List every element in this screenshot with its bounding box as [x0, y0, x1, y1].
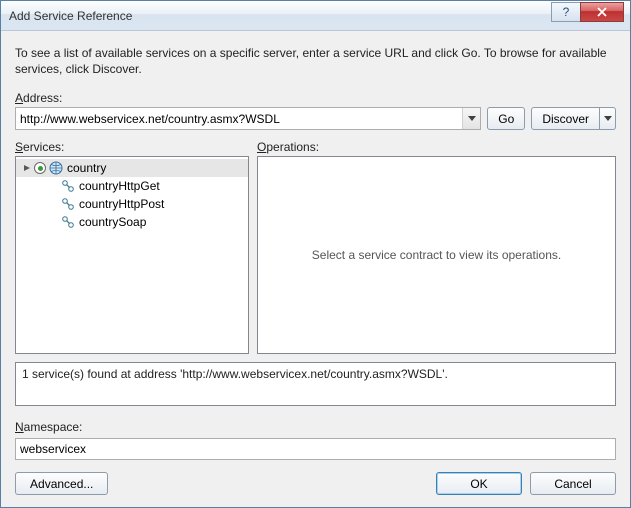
operations-label: Operations:: [257, 140, 616, 154]
namespace-input[interactable]: [15, 438, 616, 460]
go-button[interactable]: Go: [487, 107, 525, 130]
address-label: Address:: [15, 91, 616, 105]
titlebar: Add Service Reference ?: [1, 1, 630, 31]
instruction-text: To see a list of available services on a…: [15, 45, 616, 77]
address-dropdown-button[interactable]: [462, 108, 480, 129]
status-text: 1 service(s) found at address 'http://ww…: [22, 367, 448, 381]
chevron-down-icon: [604, 116, 612, 121]
tree-node-label: countrySoap: [79, 215, 146, 229]
dialog-body: To see a list of available services on a…: [1, 31, 630, 507]
close-button[interactable]: [580, 2, 624, 22]
tree-node-label: country: [67, 161, 106, 175]
tree-node-label: countryHttpGet: [79, 179, 160, 193]
discover-dropdown-button[interactable]: [600, 107, 616, 130]
tree-node-child[interactable]: countryHttpPost: [16, 195, 248, 213]
help-icon: ?: [561, 6, 571, 18]
services-label: Services:: [15, 140, 249, 154]
advanced-button[interactable]: Advanced...: [15, 472, 108, 495]
tree-node-child[interactable]: countrySoap: [16, 213, 248, 231]
globe-icon: [48, 160, 64, 176]
operations-placeholder: Select a service contract to view its op…: [312, 248, 561, 262]
ok-button[interactable]: OK: [436, 472, 522, 495]
status-panel: 1 service(s) found at address 'http://ww…: [15, 362, 616, 406]
help-button[interactable]: ?: [551, 2, 581, 22]
tree-node-label: countryHttpPost: [79, 197, 164, 211]
svg-text:?: ?: [563, 6, 570, 18]
close-icon: [597, 7, 607, 17]
endpoint-icon: [60, 214, 76, 230]
operations-panel: Select a service contract to view its op…: [257, 156, 616, 354]
tree-node-root[interactable]: country: [16, 159, 248, 177]
expander-icon[interactable]: [20, 163, 34, 173]
cancel-button[interactable]: Cancel: [530, 472, 616, 495]
endpoint-icon: [60, 178, 76, 194]
discover-button[interactable]: Discover: [531, 107, 600, 130]
tree-node-child[interactable]: countryHttpGet: [16, 177, 248, 195]
window-title: Add Service Reference: [9, 9, 552, 23]
services-tree[interactable]: country countryHttpGet countryHttpPost: [15, 156, 249, 354]
address-combobox[interactable]: [15, 107, 481, 130]
radio-selected-icon: [34, 162, 46, 174]
dialog-add-service-reference: Add Service Reference ? To see a list of…: [0, 0, 631, 508]
endpoint-icon: [60, 196, 76, 212]
chevron-down-icon: [468, 116, 476, 121]
address-input[interactable]: [15, 107, 481, 130]
namespace-label: Namespace:: [15, 420, 616, 434]
